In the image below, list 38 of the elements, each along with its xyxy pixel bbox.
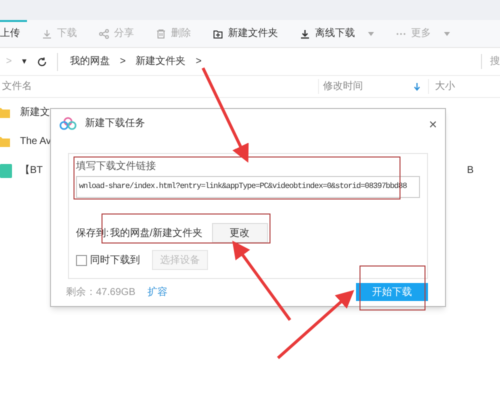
save-path: 我的网盘/新建文件夹 xyxy=(110,226,203,240)
highlight-box xyxy=(360,266,426,310)
folder-icon xyxy=(0,107,10,118)
caret-icon xyxy=(444,32,450,36)
toolbar-button[interactable]: 新建文件夹 xyxy=(213,26,278,41)
folder-plus-icon xyxy=(213,28,223,38)
folder-icon xyxy=(0,136,10,147)
toolbar-button[interactable]: 离线下载 xyxy=(300,26,374,41)
forward-button[interactable]: > xyxy=(6,54,12,69)
expand-link[interactable]: 扩容 xyxy=(147,284,168,300)
caret-icon xyxy=(368,32,374,36)
cloud-logo-icon xyxy=(59,117,77,130)
breadcrumb-link[interactable]: 我的网盘 xyxy=(70,54,110,69)
breadcrumb-link[interactable]: 新建文件夹 xyxy=(136,54,186,69)
share-icon xyxy=(99,28,109,38)
breadcrumb-separator: > xyxy=(120,55,126,69)
breadcrumb-separator: > xyxy=(196,55,202,69)
refresh-icon[interactable] xyxy=(36,56,47,66)
toolbar-button[interactable]: 上传 xyxy=(0,26,20,41)
dialog-title: 新建下载任务 xyxy=(85,116,146,131)
close-button[interactable]: × xyxy=(428,116,437,130)
trash-icon xyxy=(156,28,166,38)
checkbox[interactable] xyxy=(76,254,87,266)
download-icon xyxy=(42,28,52,38)
checkbox-label: 同时下载到 xyxy=(90,254,140,268)
sort-arrow-icon[interactable] xyxy=(414,82,420,90)
search-field[interactable]: 搜 xyxy=(481,54,500,69)
column-header[interactable]: 文件名 xyxy=(0,79,318,94)
file-size: B xyxy=(467,164,474,178)
link-label: 填写下载文件链接 xyxy=(76,160,157,174)
file-icon xyxy=(0,164,12,178)
free-space-text: 剩余：47.69GB xyxy=(66,286,136,300)
column-header[interactable]: 修改时间 xyxy=(323,79,414,94)
download-icon xyxy=(300,28,310,38)
start-download-button[interactable]: 开始下载 xyxy=(356,283,428,301)
history-dropdown[interactable]: ▾ xyxy=(22,54,27,68)
column-header[interactable]: 大小 xyxy=(428,79,500,94)
change-button[interactable]: 更改 xyxy=(212,223,268,243)
